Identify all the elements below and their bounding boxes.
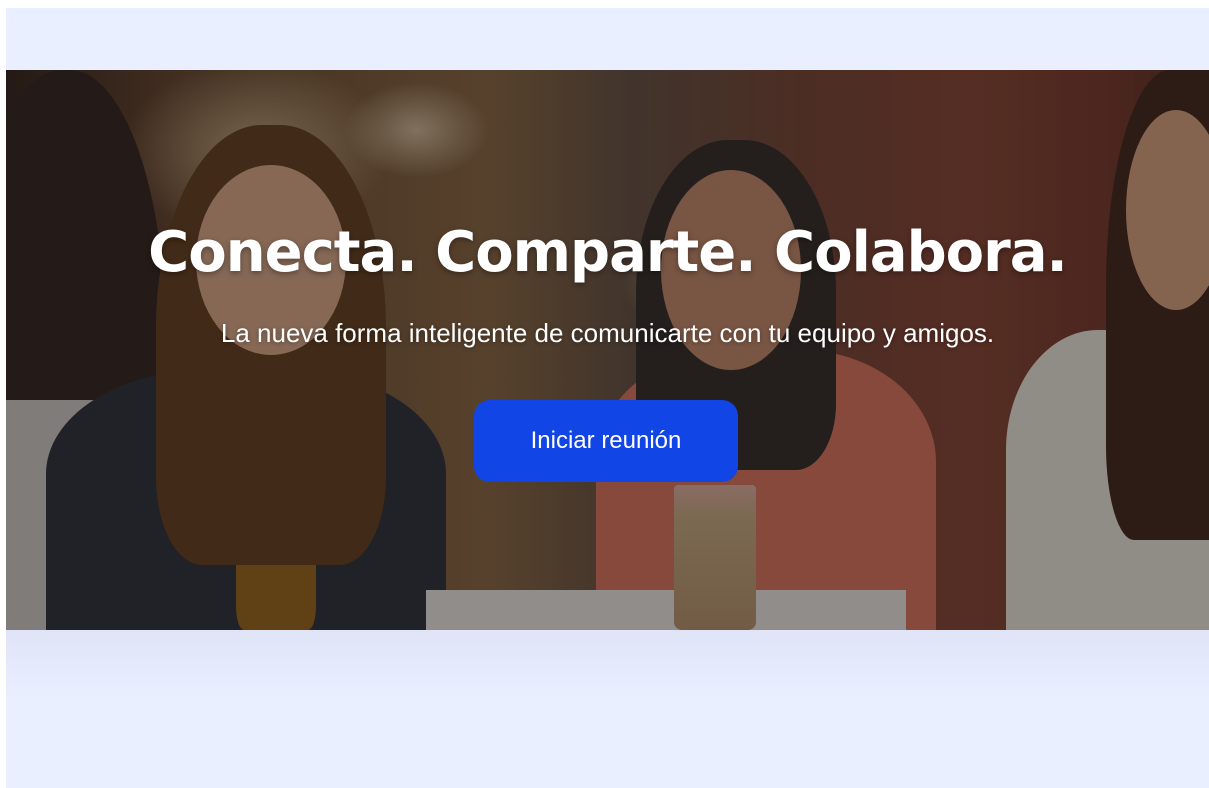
hero-subline: La nueva forma inteligente de comunicart… bbox=[220, 318, 995, 348]
hero-headline: Conecta. Comparte. Colabora. bbox=[148, 220, 1068, 285]
section-below-hero bbox=[6, 630, 1209, 700]
hero-banner: Conecta. Comparte. Colabora. La nueva fo… bbox=[6, 70, 1209, 630]
page: Conecta. Comparte. Colabora. La nueva fo… bbox=[6, 8, 1209, 788]
hero-content: Conecta. Comparte. Colabora. La nueva fo… bbox=[6, 70, 1209, 630]
start-meeting-button[interactable]: Iniciar reunión bbox=[474, 400, 738, 482]
